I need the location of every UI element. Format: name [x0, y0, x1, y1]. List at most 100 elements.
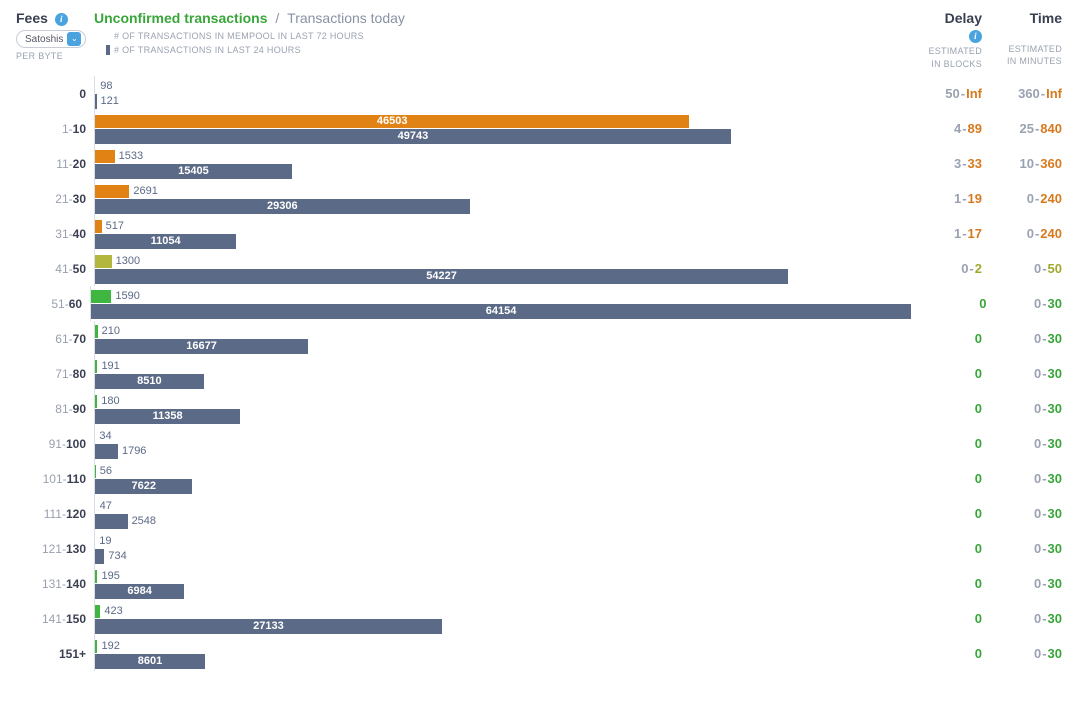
fee-row: 1-1046503497434-8925-840 — [16, 111, 1062, 146]
mempool-value: 192 — [101, 640, 119, 652]
mempool-bar[interactable] — [95, 500, 96, 513]
mempool-value: 46503 — [377, 115, 408, 127]
mempool-bar[interactable] — [95, 325, 98, 338]
mempool-value: 47 — [100, 500, 112, 512]
tx24-bar[interactable]: 11358 — [95, 409, 240, 424]
unit-value: Satoshis — [25, 34, 63, 45]
delay-sub2: IN BLOCKS — [931, 59, 982, 69]
tx24-bar[interactable]: 27133 — [95, 619, 442, 634]
mempool-bar[interactable]: 46503 — [95, 115, 689, 128]
mempool-bar[interactable] — [95, 570, 97, 583]
mempool-bar[interactable] — [95, 150, 115, 163]
bar-area: 18011358 — [94, 391, 902, 426]
tx24-bar[interactable]: 8601 — [95, 654, 205, 669]
info-icon[interactable]: i — [969, 30, 982, 43]
mempool-bar-wrap: 180 — [95, 394, 902, 409]
fees-heading: Fees i — [16, 10, 94, 26]
mempool-bar[interactable] — [95, 640, 97, 653]
time-heading: Time — [982, 10, 1062, 26]
tx24-bar[interactable]: 29306 — [95, 199, 470, 214]
mempool-value: 517 — [106, 220, 124, 232]
tx24-bar[interactable]: 6984 — [95, 584, 184, 599]
tx24-bar[interactable] — [95, 444, 118, 459]
tx24-bar[interactable]: 49743 — [95, 129, 731, 144]
fee-row: 91-10034179600-30 — [16, 426, 1062, 461]
fee-row: 131-140195698400-30 — [16, 566, 1062, 601]
bar-area: 269129306 — [94, 181, 902, 216]
mempool-bar[interactable] — [95, 605, 100, 618]
mempool-bar-wrap: 56 — [95, 464, 902, 479]
mempool-bar-wrap: 2691 — [95, 184, 902, 199]
tab-unconfirmed[interactable]: Unconfirmed transactions — [94, 10, 267, 26]
tx24-bar[interactable] — [95, 94, 97, 109]
tab-today[interactable]: Transactions today — [287, 10, 405, 26]
tx24-bar[interactable]: 8510 — [95, 374, 204, 389]
tx24-value: 15405 — [178, 165, 209, 177]
tx24-value: 121 — [101, 95, 119, 107]
mempool-bar-wrap: 423 — [95, 604, 902, 619]
subheader-row: Satoshis ⌄ PER BYTE # OF TRANSACTIONS IN… — [16, 30, 1062, 70]
tx24-value: 27133 — [253, 620, 284, 632]
mempool-value: 56 — [100, 465, 112, 477]
unit-select[interactable]: Satoshis ⌄ — [16, 30, 86, 48]
tx24-bar[interactable]: 15405 — [95, 164, 292, 179]
fee-range-label: 41-50 — [16, 251, 94, 286]
fee-range-label: 0 — [16, 76, 94, 111]
legend-swatch-72h — [106, 32, 110, 42]
delay-value: 4-89 — [902, 111, 982, 146]
tx24-value: 8510 — [137, 375, 161, 387]
legend-24h: # OF TRANSACTIONS IN LAST 24 HOURS — [106, 44, 902, 58]
tab-separator: / — [275, 10, 279, 26]
time-value: 0-30 — [982, 496, 1062, 531]
info-icon[interactable]: i — [55, 13, 68, 26]
per-byte-label: PER BYTE — [16, 51, 94, 61]
mempool-bar[interactable] — [95, 185, 129, 198]
fee-row: 09812150-Inf360-Inf — [16, 76, 1062, 111]
mempool-bar-wrap: 46503 — [95, 114, 902, 129]
tx24-bar-wrap: 7622 — [95, 479, 902, 494]
time-value: 0-50 — [982, 251, 1062, 286]
time-sub1: ESTIMATED — [1008, 44, 1062, 54]
tx24-bar[interactable]: 64154 — [91, 304, 911, 319]
tx24-bar-wrap: 27133 — [95, 619, 902, 634]
tx24-bar[interactable]: 11054 — [95, 234, 236, 249]
tx24-bar-wrap: 121 — [95, 94, 902, 109]
tx24-bar[interactable]: 7622 — [95, 479, 192, 494]
time-value: 0-30 — [982, 566, 1062, 601]
fee-row: 51-6015906415400-30 — [16, 286, 1062, 321]
mempool-bar[interactable] — [91, 290, 111, 303]
time-value: 0-30 — [982, 321, 1062, 356]
delay-value: 0 — [911, 286, 986, 321]
mempool-bar[interactable] — [95, 220, 102, 233]
mempool-bar-wrap: 210 — [95, 324, 902, 339]
delay-value: 0-2 — [902, 251, 982, 286]
delay-value: 0 — [902, 566, 982, 601]
tx24-bar[interactable]: 16677 — [95, 339, 308, 354]
mempool-bar[interactable] — [95, 255, 112, 268]
tx24-bar[interactable]: 54227 — [95, 269, 788, 284]
mempool-value: 98 — [100, 80, 112, 92]
tx24-value: 1796 — [122, 445, 146, 457]
mempool-bar-wrap: 1300 — [95, 254, 902, 269]
time-value: 360-Inf — [982, 76, 1062, 111]
tx24-bar[interactable] — [95, 549, 104, 564]
fee-range-label: 121-130 — [16, 531, 94, 566]
fee-range-label: 141-150 — [16, 601, 94, 636]
mempool-bar[interactable] — [95, 360, 97, 373]
bar-area: 98121 — [94, 76, 902, 111]
tx24-value: 49743 — [398, 130, 429, 142]
delay-label: Delay — [945, 10, 982, 26]
tx24-bar[interactable] — [95, 514, 128, 529]
delay-value: 1-17 — [902, 216, 982, 251]
tx24-bar-wrap: 11054 — [95, 234, 902, 249]
legend: # OF TRANSACTIONS IN MEMPOOL IN LAST 72 … — [94, 30, 902, 57]
bar-area: 56 7622 — [94, 461, 902, 496]
fee-row: 31-40517110541-170-240 — [16, 216, 1062, 251]
mempool-bar[interactable] — [95, 395, 97, 408]
bar-area: 21016677 — [94, 321, 902, 356]
mempool-bar[interactable] — [95, 465, 96, 478]
mempool-bar[interactable] — [95, 80, 96, 93]
fee-row: 11-201533154053-3310-360 — [16, 146, 1062, 181]
time-value: 0-240 — [982, 216, 1062, 251]
legend-swatch-24h — [106, 45, 110, 55]
